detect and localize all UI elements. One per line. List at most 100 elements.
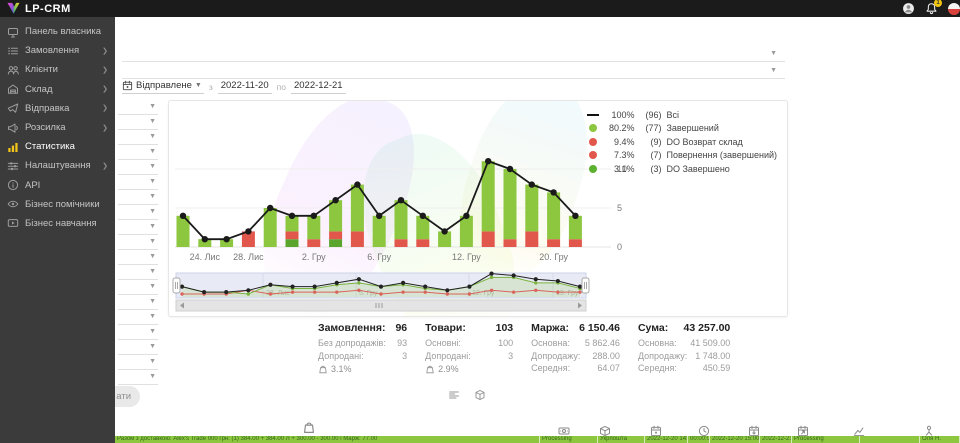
user-circle-icon[interactable] [902, 2, 915, 15]
legend-dot-marker [589, 165, 597, 173]
chevron-down-icon: ▼ [149, 358, 156, 365]
sidebar-item-label: Склад [25, 84, 53, 95]
legend-percent: 7.3% [604, 150, 634, 160]
from-prefix-label: з [209, 82, 213, 92]
column-filter-select[interactable]: ▼ [118, 266, 158, 280]
date-to-input[interactable]: 2022-12-21 [291, 80, 346, 94]
sidebar-item-api[interactable]: API [0, 176, 115, 195]
legend-count: (3) [639, 164, 661, 174]
column-filter-select[interactable]: ▼ [118, 176, 158, 190]
filter-select-1[interactable]: ▼ [122, 47, 785, 62]
table-cell: Разом з доставкою: Alex's Trade 000 грн:… [115, 436, 540, 443]
list-view-icon[interactable] [448, 388, 460, 400]
column-filter-select[interactable]: ▼ [118, 296, 158, 310]
notifications-bell-icon[interactable]: 1 [925, 2, 938, 15]
column-filter-select[interactable]: ▼ [118, 251, 158, 265]
chevron-right-icon: ❯ [102, 47, 108, 55]
sidebar-item-клієнти[interactable]: Клієнти❯ [0, 60, 115, 79]
svg-text:0: 0 [617, 242, 622, 252]
language-icon[interactable] [948, 3, 960, 15]
legend-percent: 3.1% [604, 164, 634, 174]
order-table-row[interactable]: Разом з доставкою: Alex's Trade 000 грн:… [115, 436, 960, 443]
column-filter-select[interactable]: ▼ [118, 131, 158, 145]
column-filter-select[interactable]: ▼ [118, 101, 158, 115]
navigator-handle[interactable] [582, 278, 589, 293]
warehouse-icon [7, 83, 19, 95]
sidebar-item-бізнес-помічники[interactable]: Бізнес помічники [0, 195, 115, 214]
column-filter-select[interactable]: ▼ [118, 161, 158, 175]
chart-scrollbar[interactable] [176, 300, 586, 311]
chevron-down-icon: ▼ [149, 133, 156, 140]
chevron-right-icon: ❯ [102, 66, 108, 74]
stat-row-value: 3 [508, 350, 513, 363]
stat-group: Маржа:6 150.46Основна:5 862.46Допродажу:… [531, 322, 620, 375]
lp-crm-logo[interactable]: LP-CRM [6, 2, 71, 15]
column-filter-select[interactable]: ▼ [118, 311, 158, 325]
chevron-down-icon: ▼ [149, 343, 156, 350]
column-filter-select[interactable]: ▼ [118, 371, 158, 385]
stat-title-label: Товари: [425, 322, 466, 334]
column-filter-select[interactable]: ▼ [118, 236, 158, 250]
sidebar-item-панель-власника[interactable]: Панель власника [0, 22, 115, 41]
chevron-right-icon: ❯ [102, 124, 108, 132]
legend-label: Всі [666, 110, 679, 120]
stat-row-value: 450.59 [703, 362, 731, 375]
sidebar-item-склад[interactable]: Склад❯ [0, 80, 115, 99]
chart-legend: 100%(96)Всі80.2%(77)Завершений9.4%(9)DO … [587, 108, 777, 176]
chevron-down-icon: ▼ [149, 178, 156, 185]
chevron-down-icon: ▼ [149, 148, 156, 155]
bag-icon [302, 420, 316, 434]
legend-label: Повернення (завершений) [666, 150, 777, 160]
sidebar-item-замовлення[interactable]: Замовлення❯ [0, 41, 115, 60]
sidebar-item-відправка[interactable]: Відправка❯ [0, 99, 115, 118]
date-type-select[interactable]: Відправлене ▼ [122, 80, 204, 94]
cube-view-icon[interactable] [474, 388, 486, 400]
table-cell: Processing [540, 436, 598, 443]
column-filter-select[interactable]: ▼ [118, 326, 158, 340]
sidebar-item-бізнес-навчання[interactable]: Бізнес навчання [0, 214, 115, 233]
sidebar-item-розсилка[interactable]: Розсилка ❯ [0, 118, 115, 137]
stat-title-label: Маржа: [531, 322, 569, 334]
legend-label: DO Возврат склад [666, 137, 742, 147]
stat-row-label: Середня: [638, 362, 677, 375]
legend-count: (77) [639, 123, 661, 133]
legend-entry[interactable]: 9.4%(9)DO Возврат склад [587, 135, 777, 149]
chevron-down-icon: ▼ [149, 268, 156, 275]
legend-label: Завершений [666, 123, 718, 133]
stat-title-value: 43 257.00 [684, 322, 731, 334]
column-filter-select[interactable]: ▼ [118, 191, 158, 205]
legend-dot-marker [589, 138, 597, 146]
legend-entry[interactable]: 100%(96)Всі [587, 108, 777, 122]
column-filter-select[interactable]: ▼ [118, 206, 158, 220]
sidebar-item-label: Статистика [25, 141, 75, 152]
stat-row-value: 288.00 [592, 350, 620, 363]
column-filter-select[interactable]: ▼ [118, 221, 158, 235]
legend-dot-marker [589, 124, 597, 132]
stat-group: Сума:43 257.00Основна:41 509.00Допродажу… [638, 322, 730, 375]
legend-entry[interactable]: 80.2%(77)Завершений [587, 122, 777, 136]
column-filter-select[interactable]: ▼ [118, 356, 158, 370]
column-filter-select[interactable]: ▼ [118, 116, 158, 130]
column-filter-select[interactable]: ▼ [118, 281, 158, 295]
navigator-handle[interactable] [173, 278, 180, 293]
sidebar-item-label: Розсилка [25, 122, 66, 133]
svg-text:12. Гру: 12. Гру [452, 252, 481, 262]
legend-count: (96) [639, 110, 661, 120]
dashboard-icon [7, 26, 19, 38]
chevron-right-icon: ❯ [102, 104, 108, 112]
table-cell: Оля Н. [920, 436, 960, 443]
statistics-chart-card: 051024. Лис28. Лис2. Гру6. Гру12. Гру20.… [168, 100, 788, 317]
sidebar-item-статистика[interactable]: Статистика [0, 137, 115, 156]
svg-text:6. Гру: 6. Гру [367, 252, 391, 262]
date-from-input[interactable]: 2022-11-20 [218, 80, 272, 94]
legend-entry[interactable]: 3.1%(3)DO Завершено [587, 162, 777, 176]
filter-select-2[interactable]: ▼ [122, 64, 785, 79]
column-filter-select[interactable]: ▼ [118, 341, 158, 355]
chevron-down-icon: ▼ [149, 253, 156, 260]
statistics-icon [7, 141, 19, 153]
logo-text: LP-CRM [25, 3, 71, 15]
column-filter-select[interactable]: ▼ [118, 146, 158, 160]
sidebar-item-налаштування[interactable]: Налаштування❯ [0, 156, 115, 175]
clients-icon [7, 64, 19, 76]
legend-entry[interactable]: 7.3%(7)Повернення (завершений) [587, 149, 777, 163]
